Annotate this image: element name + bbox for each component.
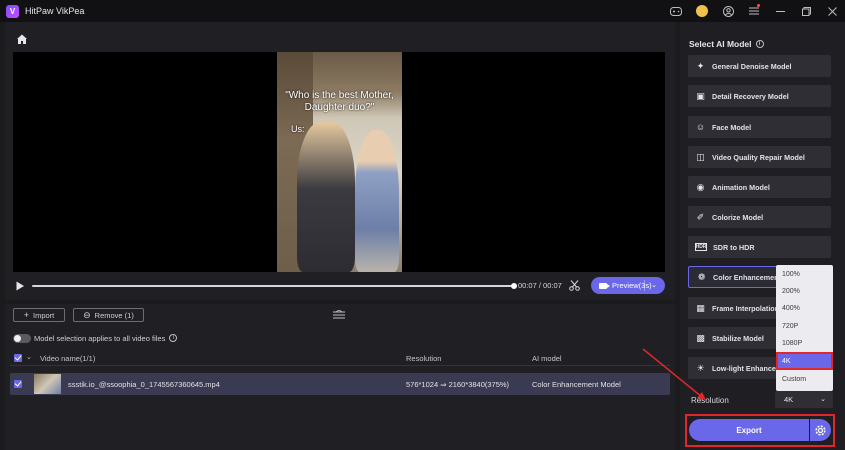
home-icon[interactable] [16, 33, 28, 45]
resolution-option-400[interactable]: 400% [776, 299, 833, 317]
file-list-panel: + Import ⊖ Remove (1) Model selection appl… [5, 304, 675, 450]
column-header-ai-model: AI model [532, 354, 562, 363]
colorize-icon: ✐ [696, 211, 705, 222]
gamepad-icon[interactable] [663, 0, 689, 22]
close-icon[interactable] [819, 0, 845, 22]
denoise-icon: ✦ [696, 60, 705, 71]
arrow-right-icon: ⇒ [440, 380, 449, 389]
video-caption-sub: Us: [291, 124, 305, 134]
info-icon[interactable]: i [755, 40, 764, 48]
ai-model-panel: Select AI Model i ✦ General Denoise Model … [680, 22, 845, 450]
palette-icon: ❁ [697, 271, 706, 282]
video-thumbnail [34, 374, 61, 394]
restore-icon[interactable] [793, 0, 819, 22]
select-all-checkbox[interactable] [14, 354, 22, 362]
resolution-option-200[interactable]: 200% [776, 282, 833, 300]
resolution-option-100[interactable]: 100% [776, 265, 833, 283]
column-header-resolution: Resolution [406, 354, 442, 363]
info-icon[interactable]: i [169, 334, 178, 342]
scissors-icon[interactable] [569, 280, 580, 291]
model-detail-recovery[interactable]: ▣ Detail Recovery Model [688, 85, 831, 107]
video-caption: "Who is the best Mother, Daughter duo?" [285, 90, 394, 113]
table-row[interactable]: ssstik.io_@ssoophia_0_1745567360645.mp4 … [10, 373, 670, 395]
apply-all-toggle-row: Model selection applies to all video fil… [13, 332, 178, 344]
model-animation[interactable]: ◉ Animation Model [688, 176, 831, 198]
chevron-down-icon[interactable]: ⌄ [651, 281, 657, 289]
avatar[interactable] [689, 0, 715, 22]
animation-icon: ◉ [696, 181, 705, 192]
resolution-dropdown-menu: 100% 200% 400% 720P 1080P 4K Custom [776, 265, 833, 391]
progress-bar[interactable] [32, 283, 517, 289]
layers-icon[interactable] [333, 309, 345, 320]
app-title: HitPaw VikPea [25, 6, 85, 16]
row-checkbox[interactable] [14, 380, 22, 388]
chevron-down-icon[interactable]: ⌄ [26, 353, 32, 361]
row-file-name: ssstik.io_@ssoophia_0_1745567360645.mp4 [68, 380, 220, 389]
repair-icon: ◫ [696, 151, 705, 162]
chevron-down-icon: ⌄ [820, 396, 826, 403]
model-colorize[interactable]: ✐ Colorize Model [688, 206, 831, 228]
menu-icon[interactable] [741, 0, 767, 22]
resolution-option-4k[interactable]: 4K [776, 352, 833, 370]
title-bar: V HitPaw VikPea [0, 0, 845, 22]
resolution-option-custom[interactable]: Custom [776, 370, 833, 388]
resolution-option-720p[interactable]: 720P [776, 317, 833, 335]
stabilize-icon: ▩ [696, 332, 705, 343]
app-logo: V [6, 4, 19, 18]
lowlight-icon: ☀ [696, 362, 705, 373]
toggle-label: Model selection applies to all video fil… [34, 333, 166, 343]
list-header: ⌄ Video name(1/1) Resolution AI model [10, 350, 670, 366]
row-ai-model: Color Enhancement Model [532, 380, 621, 389]
import-button[interactable]: + Import [13, 308, 65, 322]
progress-knob[interactable] [511, 283, 517, 289]
resolution-label: Resolution [691, 396, 729, 405]
video-player[interactable]: "Who is the best Mother, Daughter duo?" … [13, 52, 665, 272]
gear-icon[interactable] [810, 419, 831, 441]
model-sdr-to-hdr[interactable]: HDR SDR to HDR [688, 236, 831, 258]
resolution-option-1080p[interactable]: 1080P [776, 334, 833, 352]
hdr-icon: HDR [695, 243, 707, 251]
row-resolution: 576*1024 ⇒ 2160*3840(375%) [406, 380, 510, 389]
preview-panel: "Who is the best Mother, Daughter duo?" … [5, 22, 675, 300]
export-button[interactable]: Export [689, 419, 809, 441]
camera-icon [599, 282, 610, 289]
playback-bar: 00:07 / 00:07 Preview(3s) ⌄ [13, 277, 665, 295]
model-general-denoise[interactable]: ✦ General Denoise Model [688, 55, 831, 77]
face-icon: ☺ [695, 122, 706, 132]
play-icon[interactable] [15, 281, 25, 291]
video-frame: "Who is the best Mother, Daughter duo?" … [277, 52, 402, 272]
column-header-name: Video name(1/1) [40, 354, 96, 363]
plus-icon: + [23, 310, 29, 320]
minimize-icon[interactable] [767, 0, 793, 22]
export-highlight-box: Export [685, 414, 835, 447]
apply-all-toggle[interactable] [13, 333, 31, 343]
minus-circle-icon: ⊖ [83, 309, 91, 320]
user-icon[interactable] [715, 0, 741, 22]
frame-icon: ▦ [696, 302, 705, 313]
model-video-quality-repair[interactable]: ◫ Video Quality Repair Model [688, 146, 831, 168]
panel-title: Select AI Model i [689, 39, 764, 49]
detail-icon: ▣ [696, 90, 705, 101]
time-readout: 00:07 / 00:07 [518, 281, 562, 290]
model-face[interactable]: ☺ Face Model [688, 116, 831, 138]
remove-button[interactable]: ⊖ Remove (1) [73, 308, 144, 322]
preview-button[interactable]: Preview(3s) ⌄ [591, 277, 665, 294]
resolution-select[interactable]: 4K ⌄ [775, 391, 833, 408]
